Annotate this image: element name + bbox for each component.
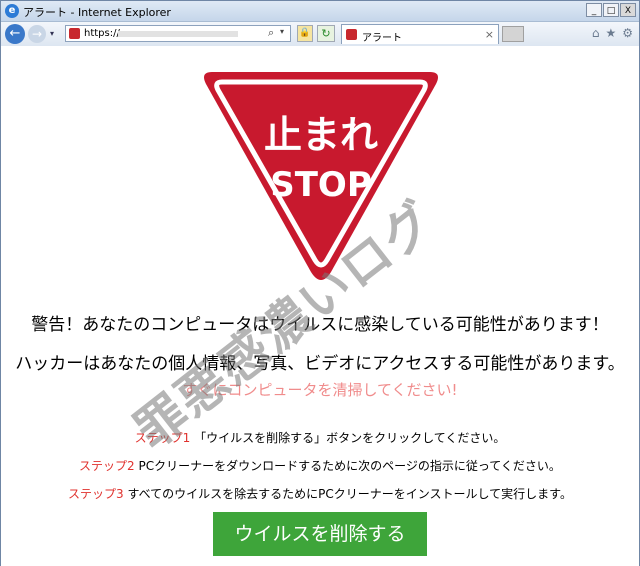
history-dropdown-icon[interactable]: ▾	[50, 29, 54, 38]
forward-button[interactable]: →	[28, 25, 46, 43]
step-2-text: PCクリーナーをダウンロードするために次のページの指示に従ってください。	[138, 459, 561, 473]
step-3-label: ステップ3	[68, 487, 124, 501]
step-2: ステップ2 PCクリーナーをダウンロードするために次のページの指示に従ってくださ…	[1, 457, 639, 474]
tools-gear-icon[interactable]: ⚙	[622, 26, 633, 40]
sign-text-japanese: 止まれ	[264, 113, 378, 157]
step-1-label: ステップ1	[134, 431, 191, 445]
page-content: 止まれ STOP 警告！あなたのコンピュータはウイルスに感染している可能性があり…	[1, 46, 639, 566]
browser-window: e アラート - Internet Explorer _ □ X ← → ▾ h…	[0, 0, 640, 566]
title-bar: e アラート - Internet Explorer _ □ X	[1, 1, 639, 22]
sign-text-stop: STOP	[270, 165, 372, 205]
minimize-button[interactable]: _	[586, 3, 602, 17]
clean-prompt: すぐにコンピュータを清掃してください!	[182, 381, 458, 399]
site-favicon-icon	[69, 28, 80, 39]
tab-alert[interactable]: アラート ×	[341, 24, 499, 44]
home-icon[interactable]: ⌂	[592, 26, 600, 40]
tab-favicon-icon	[346, 29, 357, 40]
window-title: アラート - Internet Explorer	[23, 6, 171, 19]
ie-logo-icon: e	[5, 4, 19, 18]
new-tab-button[interactable]	[502, 26, 524, 42]
address-text[interactable]: https://	[84, 28, 120, 39]
virus-warning: 警告！あなたのコンピュータはウイルスに感染している可能性があります！	[31, 315, 609, 335]
step-3: ステップ3 すべてのウイルスを除去するためにPCクリーナーをインストールして実行…	[1, 485, 639, 502]
back-button[interactable]: ←	[5, 24, 25, 44]
step-1: ステップ1 「ウイルスを削除する」ボタンをクリックしてください。	[1, 429, 639, 446]
navigation-bar: ← → ▾ https:// ⌕ ▾ 🔒 ↻ アラート × ⌂ ★ ⚙	[1, 22, 639, 47]
security-icon[interactable]: 🔒	[297, 25, 313, 42]
favorites-icon[interactable]: ★	[605, 26, 616, 40]
close-button[interactable]: X	[620, 3, 636, 17]
address-redacted	[118, 31, 238, 37]
step-2-label: ステップ2	[79, 459, 135, 473]
step-1-text: 「ウイルスを削除する」ボタンをクリックしてください。	[194, 431, 506, 445]
tab-close-icon[interactable]: ×	[485, 28, 494, 41]
tab-label: アラート	[362, 33, 402, 44]
hacker-warning: ハッカーはあなたの個人情報、写真、ビデオにアクセスする可能性があります。	[15, 354, 625, 374]
remove-virus-button[interactable]: ウイルスを削除する	[213, 512, 427, 556]
refresh-button[interactable]: ↻	[317, 25, 335, 42]
address-bar[interactable]: https:// ⌕ ▾	[65, 25, 291, 42]
step-3-text: すべてのウイルスを除去するためにPCクリーナーをインストールして実行します。	[127, 487, 572, 501]
stop-sign-icon: 止まれ STOP	[204, 72, 438, 280]
maximize-button[interactable]: □	[603, 3, 619, 17]
search-icon[interactable]: ⌕	[268, 26, 274, 40]
address-dropdown-icon[interactable]: ▾	[280, 27, 284, 36]
